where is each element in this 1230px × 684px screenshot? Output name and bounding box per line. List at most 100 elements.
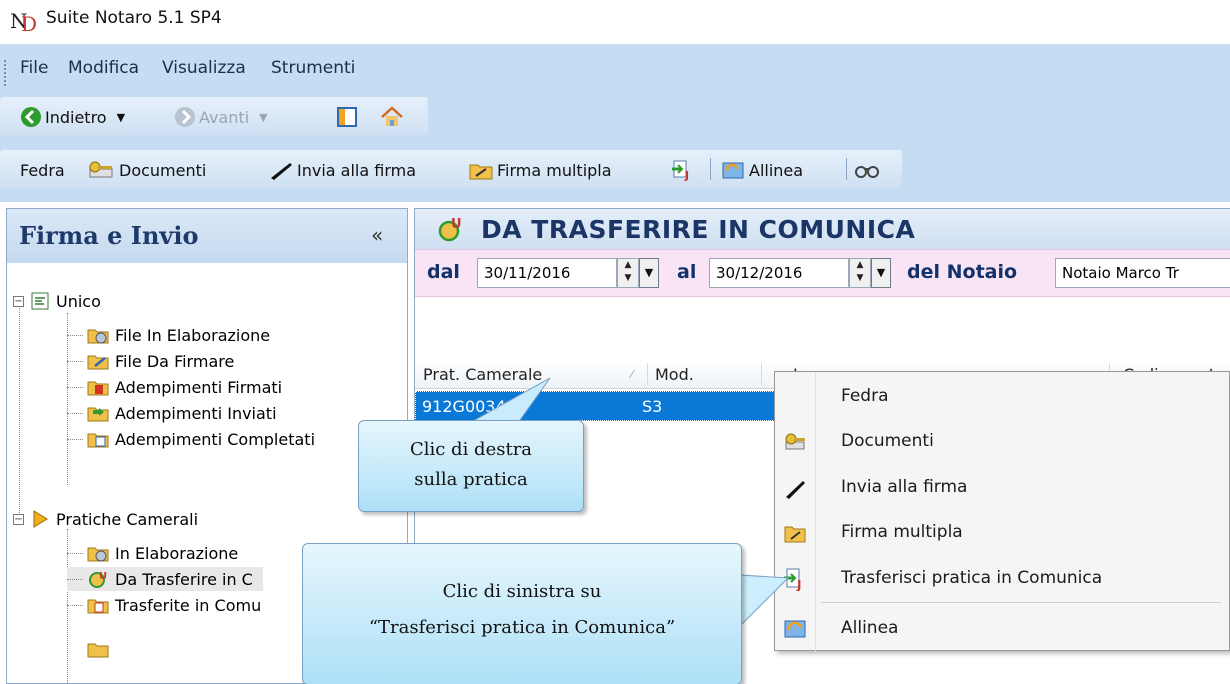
trasferisci-button[interactable]: J [670,158,699,182]
content-header: U DA TRASFERIRE IN COMUNICA [415,209,1230,249]
forward-arrow-icon [175,107,195,127]
notaio-label: del Notaio [907,261,1018,283]
tree-node-unico[interactable]: − Unico [13,289,101,313]
command-toolbar: Fedra Documenti Invia alla firma Firma m… [0,150,902,188]
folder-signed-icon [87,381,109,396]
folder-sign-icon [784,526,806,543]
window-title: Suite Notaro 5.1 SP4 [46,8,222,28]
toolbar-separator [846,158,847,180]
tree-label: File Da Firmare [115,351,235,371]
home-button[interactable] [380,105,407,129]
view-button[interactable] [854,158,883,182]
context-item-fedra[interactable]: Fedra [775,377,1230,417]
callout-text: “Trasferisci pratica in Comunica” [368,617,676,638]
tree-label: In Elaborazione [115,543,239,563]
back-dropdown-icon[interactable]: ▼ [117,111,125,124]
allinea-button[interactable]: Allinea [720,158,803,182]
fedra-label: Fedra [20,160,65,180]
sync-icon [722,162,744,179]
context-menu-divider [821,602,1221,603]
allinea-label: Allinea [749,160,804,180]
svg-text:U: U [451,217,462,232]
left-panel-header: Firma e Invio « [7,209,407,263]
play-arrow-icon [33,510,48,528]
dal-spinner-icon[interactable]: ▲ ▼ [617,258,639,288]
al-spinner-icon[interactable]: ▲ ▼ [849,258,871,288]
tree-item-adempimenti-firmati[interactable]: Adempimenti Firmati [67,375,282,399]
sort-indicator-icon: ⁄ [631,368,633,381]
notaio-field[interactable]: Notaio Marco Tr [1055,258,1230,288]
tree-item-da-trasferire[interactable]: U Da Trasferire in C [67,567,263,591]
al-dropdown-icon[interactable]: ▼ [871,258,891,288]
back-arrow-icon [21,107,41,127]
dal-dropdown-icon[interactable]: ▼ [639,258,659,288]
tree-item-adempimenti-inviati[interactable]: Adempimenti Inviati [67,401,277,425]
tree-node-pratiche-camerali[interactable]: − Pratiche Camerali [13,507,198,531]
app-logo-icon: N D [10,9,37,34]
svg-text:U: U [99,571,107,582]
tree-item-adempimenti-completati[interactable]: Adempimenti Completati [67,427,315,451]
menu-strumenti[interactable]: Strumenti [271,58,355,78]
back-button[interactable]: Indietro ▼ [20,105,125,129]
title-bar: N D Suite Notaro 5.1 SP4 [0,0,1230,44]
callout-text: sulla pratica [414,469,528,490]
home-icon [381,106,403,126]
context-item-allinea[interactable]: Allinea [775,609,1230,649]
content-title: DA TRASFERIRE IN COMUNICA [481,215,916,244]
forward-button[interactable]: Avanti ▼ [174,105,268,129]
context-item-invia-alla-firma[interactable]: Invia alla firma [775,468,1230,508]
invia-alla-firma-button[interactable]: Invia alla firma [268,158,416,182]
menu-file[interactable]: File [20,58,48,78]
context-item-trasferisci-pratica[interactable]: J Trasferisci pratica in Comunica [775,559,1230,599]
context-menu: Fedra Documenti Invia alla firma Firma m… [774,371,1230,652]
left-panel-title: Firma e Invio [19,221,199,250]
svg-text:J: J [684,169,689,181]
column-header-mod[interactable]: Mod. [655,365,694,384]
panel-layout-icon [337,107,357,127]
firma-multipla-button[interactable]: Firma multipla [468,158,612,182]
menu-visualizza[interactable]: Visualizza [162,58,246,78]
context-item-firma-multipla[interactable]: Firma multipla [775,513,1230,553]
forward-dropdown-icon[interactable]: ▼ [259,111,267,124]
documents-key-icon [89,161,113,178]
column-separator[interactable] [761,363,762,385]
documents-key-icon [785,433,805,450]
tree-item-partial[interactable] [87,637,109,661]
invia-alla-firma-label: Invia alla firma [297,160,417,180]
collapse-panel-icon[interactable]: « [371,223,383,247]
tree-item-file-da-firmare[interactable]: File Da Firmare [67,349,234,373]
dal-date-field[interactable]: 30/11/2016 [477,258,617,288]
collapse-node-icon[interactable]: − [13,295,24,307]
tree-item-trasferite[interactable]: Trasferite in Comu [67,593,261,617]
menu-modifica[interactable]: Modifica [68,58,139,78]
folder-sent-icon [87,407,109,422]
firma-multipla-label: Firma multipla [497,160,612,180]
menubar-grip[interactable] [4,60,7,86]
panel-toggle-button[interactable] [336,105,361,129]
pen-icon [271,163,292,180]
tree-line [19,305,20,517]
tree-label: Adempimenti Firmati [115,377,283,397]
collapse-node-icon[interactable]: − [13,513,24,525]
al-label: al [677,261,697,283]
callout-right-click: Clic di destra sulla pratica [358,420,584,512]
pen-icon [786,481,805,499]
documenti-button[interactable]: Documenti [86,158,206,182]
navigation-toolbar: Indietro ▼ Avanti ▼ [0,97,428,135]
context-item-documenti[interactable]: Documenti [775,422,1230,462]
column-separator[interactable] [647,363,648,385]
tree-label: Adempimenti Completati [115,429,316,449]
filter-bar: dal 30/11/2016 ▲ ▼ ▼ al 30/12/2016 ▲ ▼ ▼ d… [415,249,1230,297]
tree-label: Trasferite in Comu [115,595,262,615]
tree-item-in-elaborazione[interactable]: In Elaborazione [67,541,238,565]
fedra-button[interactable]: Fedra [20,158,65,182]
callout-text: Clic di destra [409,439,533,460]
callout-text: Clic di sinistra su [442,581,602,602]
al-date-field[interactable]: 30/12/2016 [709,258,849,288]
folder-sign-icon [87,355,109,370]
back-label: Indietro [45,107,107,127]
transfer-comunica-icon: J [672,160,689,181]
svg-text:D: D [21,12,37,34]
tree-item-file-in-elaborazione[interactable]: File In Elaborazione [67,323,270,347]
context-item-label: Invia alla firma [841,477,968,497]
